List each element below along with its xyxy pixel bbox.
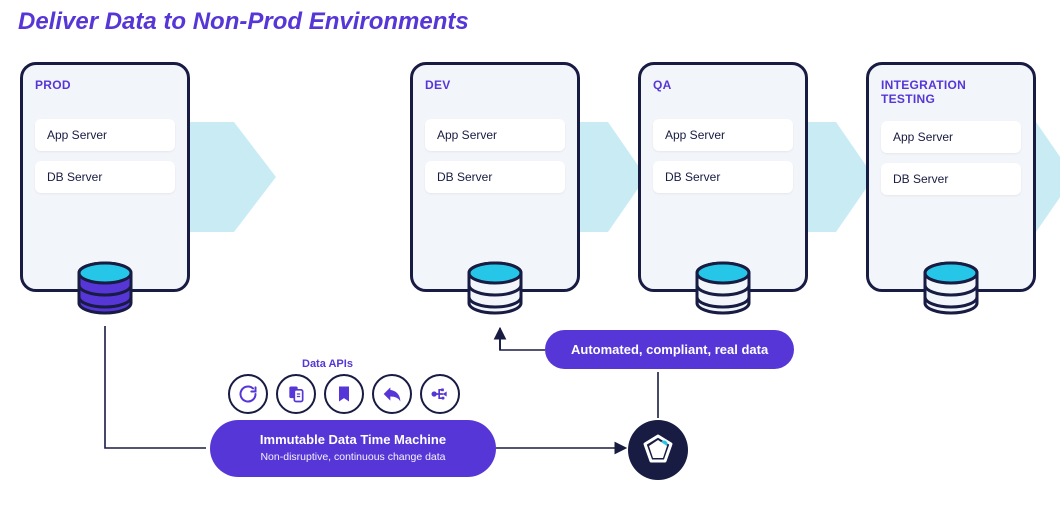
flow-arrow-icon — [802, 62, 872, 292]
db-server-box: DB Server — [653, 161, 793, 193]
automated-pill: Automated, compliant, real data — [545, 330, 794, 369]
usb-icon — [420, 374, 460, 414]
database-icon — [464, 261, 526, 323]
copy-icon — [276, 374, 316, 414]
idtm-title: Immutable Data Time Machine — [232, 432, 474, 447]
brand-logo-icon — [628, 420, 688, 480]
env-card-prod: PROD App Server DB Server — [20, 62, 190, 292]
env-title: INTEGRATION TESTING — [881, 79, 1021, 107]
flow-arrow-icon — [184, 62, 274, 292]
app-server-box: App Server — [881, 121, 1021, 153]
database-icon — [920, 261, 982, 323]
env-card-dev: DEV App Server DB Server — [410, 62, 580, 292]
flow-arrow-icon — [574, 62, 644, 292]
data-apis-label: Data APIs — [302, 358, 353, 370]
env-card-integration: INTEGRATION TESTING App Server DB Server — [866, 62, 1036, 292]
app-server-box: App Server — [653, 119, 793, 151]
app-server-box: App Server — [425, 119, 565, 151]
env-title: QA — [653, 79, 793, 105]
env-card-qa: QA App Server DB Server — [638, 62, 808, 292]
environments-row: PROD App Server DB Server DEV App Server… — [20, 62, 1060, 292]
database-icon — [74, 261, 136, 323]
db-server-box: DB Server — [881, 163, 1021, 195]
app-server-box: App Server — [35, 119, 175, 151]
bookmark-icon — [324, 374, 364, 414]
api-icons-row — [228, 374, 460, 414]
env-title: PROD — [35, 79, 175, 105]
idtm-subtitle: Non-disruptive, continuous change data — [232, 451, 474, 463]
refresh-icon — [228, 374, 268, 414]
db-server-box: DB Server — [35, 161, 175, 193]
idtm-pill: Immutable Data Time Machine Non-disrupti… — [210, 420, 496, 477]
database-icon — [692, 261, 754, 323]
db-server-box: DB Server — [425, 161, 565, 193]
page-title: Deliver Data to Non-Prod Environments — [18, 8, 469, 36]
env-title: DEV — [425, 79, 565, 105]
reply-icon — [372, 374, 412, 414]
